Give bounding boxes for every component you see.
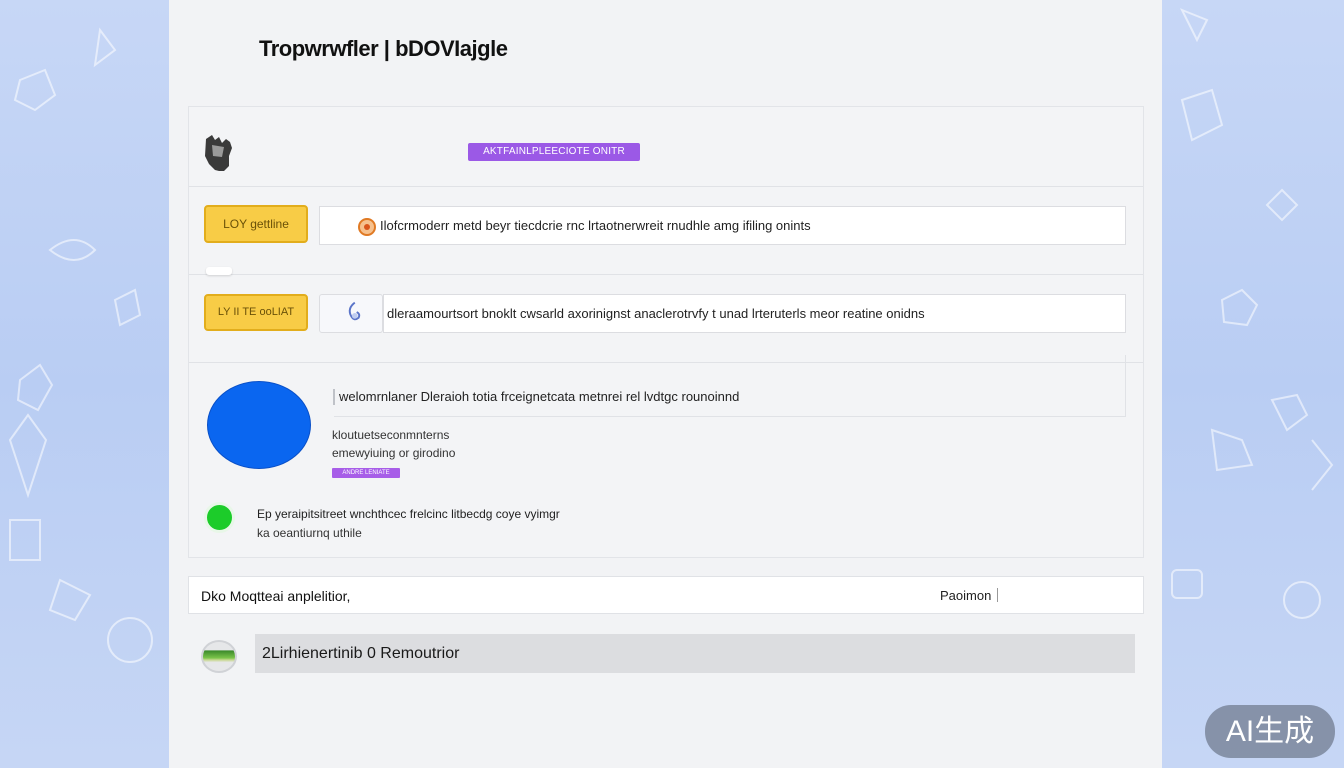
orange-badge-icon (358, 218, 376, 236)
field-text: dleraamourtsort bnoklt cwsarld axorinign… (387, 306, 925, 321)
list-row: LY II TE ooLIAT dleraamourtsort bnoklt c… (189, 275, 1143, 363)
bottom-list-item[interactable]: 2Lirhienertinib 0 Remoutrior (255, 634, 1135, 673)
info-bar[interactable]: Dko Moqtteai anplelitior, Paoimon (188, 576, 1144, 614)
drag-handle[interactable] (206, 267, 232, 275)
text-cursor (997, 588, 998, 602)
feature-title: welomrnlaner Dleraioh totia frceignetcat… (339, 389, 740, 404)
field-text: Ilofcrmoderr metd beyr tiecdcrie rnc lrt… (380, 218, 811, 233)
background-pattern-icon (1171, 8, 1334, 619)
left-background (0, 0, 169, 768)
feature-badge[interactable]: ANDRE LENIATE (332, 468, 400, 478)
sketch-thumbnail-icon[interactable] (202, 133, 238, 171)
feature-subtitle: kloutuetseconmnterns (332, 428, 450, 442)
text-field[interactable]: dleraamourtsort bnoklt cwsarld axorinign… (383, 294, 1126, 333)
list-row: LOY gettline Ilofcrmoderr metd beyr tiec… (189, 187, 1143, 275)
panel-header: AKTFAINLPLEECIOTE ONITR (189, 107, 1143, 187)
feature-box (334, 355, 1126, 417)
status-subtext: ka oeantiurnq uthile (257, 526, 362, 540)
secondary-action-button[interactable]: LY II TE ooLIAT (204, 294, 308, 331)
content-panel: AKTFAINLPLEECIOTE ONITR LOY gettline Ilo… (188, 106, 1144, 558)
blue-swirl-icon (348, 301, 361, 321)
page-title: Tropwrwfler | bDOVIajgle (259, 36, 508, 61)
text-cursor (333, 389, 335, 405)
blue-circle-icon (207, 381, 311, 469)
background-pattern-icon (8, 27, 153, 663)
status-badge: AKTFAINLPLEECIOTE ONITR (468, 143, 640, 161)
icon-box[interactable] (319, 294, 383, 333)
status-text: Ep yeraipitsitreet wnchthcec frelcinc li… (257, 507, 560, 521)
landscape-avatar-icon[interactable] (201, 640, 237, 673)
right-background (1162, 0, 1344, 768)
feature-description: emewyiuing or girodino (332, 446, 456, 460)
watermark: AI生成 (1205, 705, 1335, 758)
primary-action-button[interactable]: LOY gettline (204, 205, 308, 243)
green-dot-icon (204, 502, 235, 533)
info-bar-value: Paoimon (940, 588, 992, 603)
text-field[interactable]: Ilofcrmoderr metd beyr tiecdcrie rnc lrt… (319, 206, 1126, 245)
main-page: Tropwrwfler | bDOVIajgle AKTFAINLPLEECIO… (169, 0, 1162, 768)
bottom-item-label: 2Lirhienertinib 0 Remoutrior (262, 645, 460, 662)
info-bar-label: Dko Moqtteai anplelitior, (201, 588, 351, 604)
